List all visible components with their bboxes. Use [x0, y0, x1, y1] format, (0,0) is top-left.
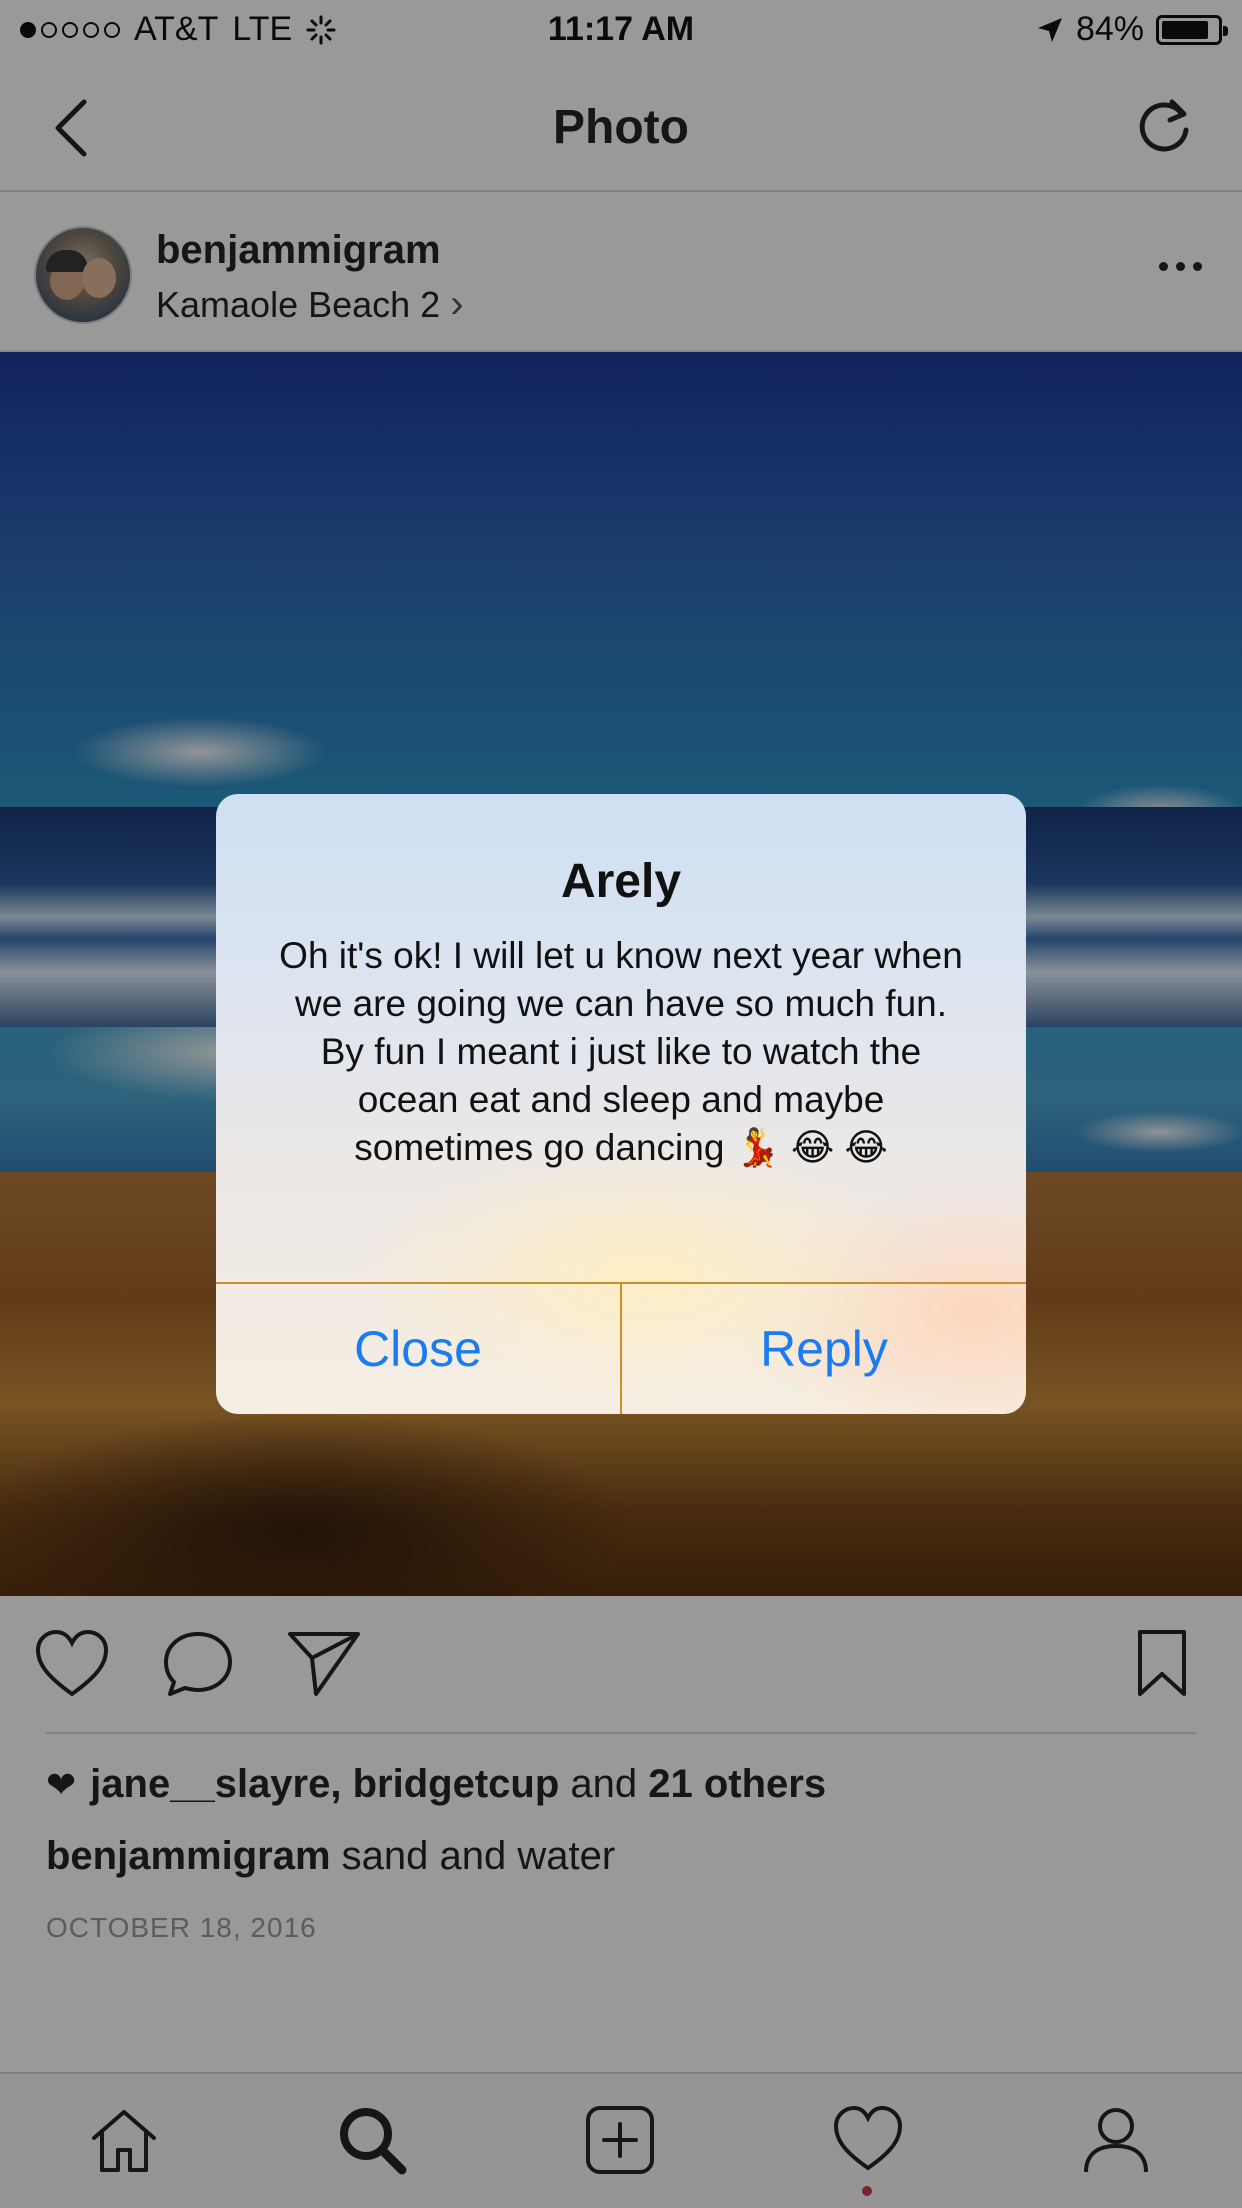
reply-button[interactable]: Reply — [622, 1284, 1026, 1414]
alert-title: Arely — [560, 855, 682, 908]
close-button[interactable]: Close — [216, 1284, 620, 1414]
alert-dialog: Arely Oh it's ok! I will let u know next… — [216, 794, 1026, 1414]
alert-message: Oh it's ok! I will let u know next year … — [279, 935, 963, 1168]
